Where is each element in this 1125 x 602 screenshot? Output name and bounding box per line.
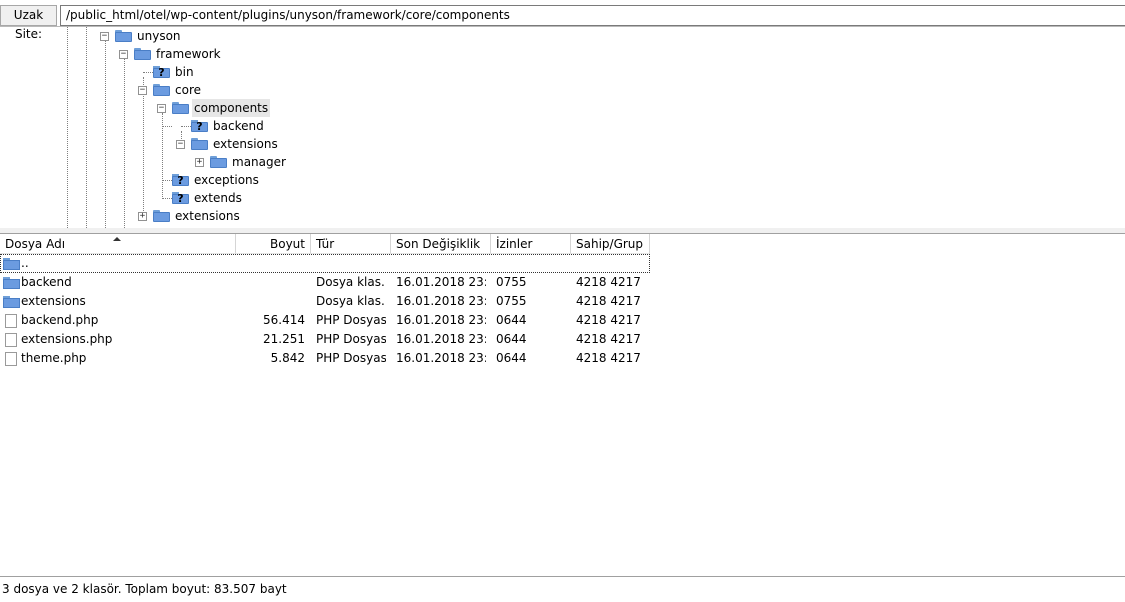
file-icon [5,314,17,328]
collapse-icon[interactable]: − [100,32,109,41]
folder-icon [3,296,20,308]
file-icon [5,333,17,347]
file-modified: 16.01.2018 23:4... [396,332,486,346]
list-item[interactable]: backend.php 56.414 PHP Dosyası 16.01.201… [0,311,650,330]
tree-node-label: manager [232,155,286,169]
column-header-name[interactable]: Dosya Adı [0,234,236,254]
unknown-folder-icon: ? [172,174,189,187]
tree-branch [143,72,153,73]
file-name: .. [21,256,29,270]
tree-branch [162,126,172,127]
remote-site-label: Uzak Site: [0,5,57,41]
unknown-folder-icon: ? [191,120,208,133]
tree-node-label: components [192,99,271,117]
file-permissions: 0644 [496,351,527,365]
folder-icon [3,277,20,289]
remote-file-list[interactable]: Dosya Adı Boyut Tür Son Değişiklik İzinl… [0,234,1125,576]
tree-guide-line [105,41,106,228]
status-bar: 3 dosya ve 2 klasör. Toplam boyut: 83.50… [0,576,1125,602]
column-header-modified[interactable]: Son Değişiklik [391,234,491,254]
status-text: 3 dosya ve 2 klasör. Toplam boyut: 83.50… [2,582,287,596]
collapse-icon[interactable]: − [176,140,185,149]
folder-icon [191,138,208,150]
file-name: extensions [21,294,86,308]
list-item[interactable]: backend Dosya klas... 16.01.2018 23:4...… [0,273,650,292]
folder-icon [134,48,151,60]
file-type: Dosya klas... [316,294,386,308]
file-size: 5.842 [270,351,305,365]
column-header-size[interactable]: Boyut [236,234,311,254]
tree-node-label: bin [175,65,194,79]
file-type: PHP Dosyası [316,351,386,365]
file-modified: 16.01.2018 23:4... [396,351,486,365]
file-size: 56.414 [263,313,305,327]
tree-guide-line [67,27,68,228]
address-bar: Uzak Site: /public_html/otel/wp-content/… [0,2,1125,41]
file-owner: 4218 4217 [576,332,641,346]
file-type: PHP Dosyası [316,313,386,327]
tree-node-label: unyson [137,29,181,43]
file-type: PHP Dosyası [316,332,386,346]
tree-node-label: exceptions [194,173,259,187]
folder-icon [115,30,132,42]
column-header-type[interactable]: Tür [311,234,391,254]
tree-guide-line [143,77,144,217]
column-header-permissions[interactable]: İzinler [491,234,571,254]
remote-path-input[interactable]: /public_html/otel/wp-content/plugins/uny… [60,5,1125,26]
list-item[interactable]: theme.php 5.842 PHP Dosyası 16.01.2018 2… [0,349,650,368]
file-size: 21.251 [263,332,305,346]
tree-branch [162,180,172,181]
tree-guide-line [124,59,125,228]
file-name: extensions.php [21,332,113,346]
folder-icon [153,210,170,222]
collapse-icon[interactable]: − [157,104,166,113]
file-type: Dosya klas... [316,275,386,289]
file-modified: 16.01.2018 23:4... [396,313,486,327]
expand-icon[interactable]: + [195,158,204,167]
file-permissions: 0755 [496,275,527,289]
column-header-label: Dosya Adı [5,237,66,251]
collapse-icon[interactable]: − [119,50,128,59]
tree-guide-line [86,27,87,228]
list-item[interactable]: extensions Dosya klas... 16.01.2018 23:4… [0,292,650,311]
file-name: backend [21,275,72,289]
file-owner: 4218 4217 [576,313,641,327]
tree-node-label: backend [213,119,264,133]
file-owner: 4218 4217 [576,275,641,289]
expand-icon[interactable]: + [138,212,147,221]
folder-icon [3,258,20,270]
unknown-folder-icon: ? [172,192,189,205]
tree-node-label: extensions [213,137,278,151]
tree-branch [162,198,172,199]
file-icon [5,352,17,366]
folder-icon [153,84,170,96]
folder-icon [172,102,189,114]
file-permissions: 0644 [496,332,527,346]
list-item[interactable]: .. [0,254,650,273]
file-permissions: 0755 [496,294,527,308]
file-modified: 16.01.2018 23:4... [396,294,486,308]
collapse-icon[interactable]: − [138,86,147,95]
unknown-folder-icon: ? [153,66,170,79]
tree-node-label: framework [156,47,221,61]
file-name: theme.php [21,351,87,365]
file-modified: 16.01.2018 23:4... [396,275,486,289]
sort-ascending-icon [113,237,121,241]
tree-node-label: extensions [175,209,240,223]
file-name: backend.php [21,313,99,327]
tree-node-label: extends [194,191,242,205]
file-owner: 4218 4217 [576,294,641,308]
file-permissions: 0644 [496,313,527,327]
list-item[interactable]: extensions.php 21.251 PHP Dosyası 16.01.… [0,330,650,349]
file-owner: 4218 4217 [576,351,641,365]
folder-icon [210,156,227,168]
remote-directory-tree[interactable]: − unyson − framework ? bin − core − comp… [0,27,1125,229]
column-header-owner[interactable]: Sahip/Grup [571,234,650,254]
tree-branch [181,126,191,127]
tree-node-label: core [175,83,201,97]
